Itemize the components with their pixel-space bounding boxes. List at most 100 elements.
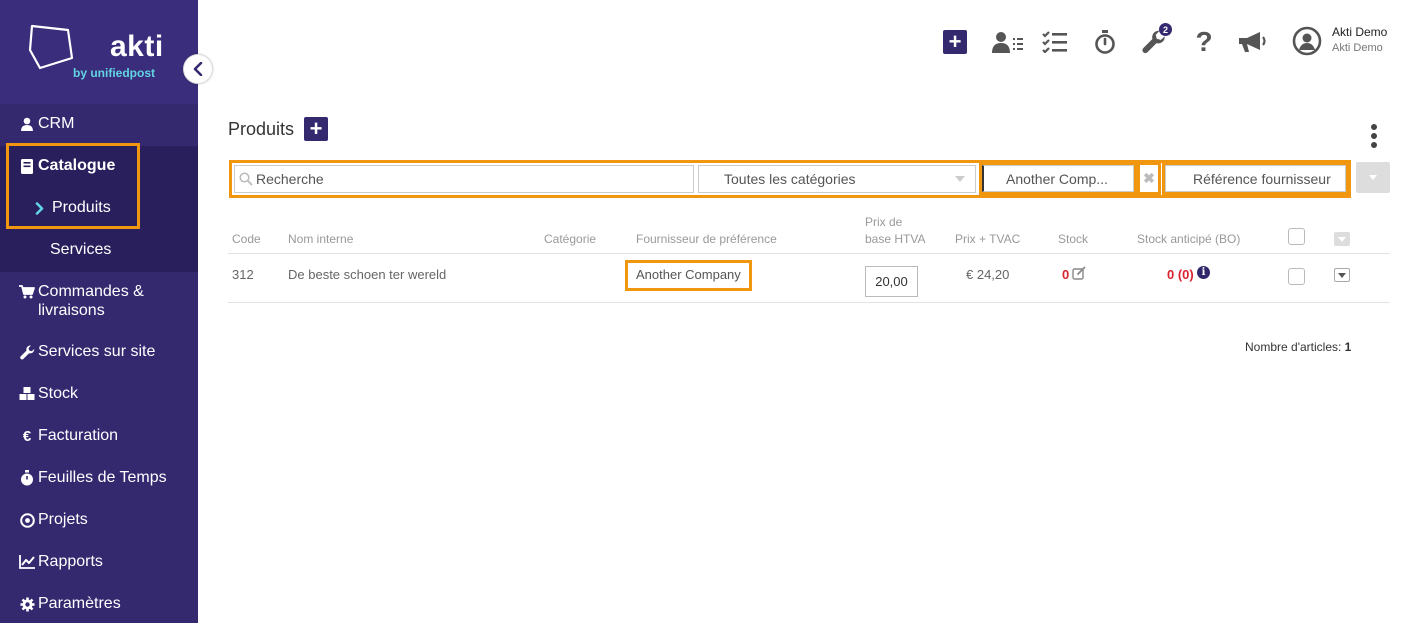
item-count-value: 1: [1344, 340, 1352, 354]
supplier-ref-input[interactable]: Référence fournisseur: [1165, 165, 1346, 192]
sidebar-item-label: Commandes & livraisons: [38, 282, 144, 320]
column-header-category[interactable]: Catégorie: [544, 232, 596, 246]
sidebar-item-label-line2: livraisons: [38, 302, 105, 319]
select-all-checkbox[interactable]: [1288, 228, 1305, 245]
column-header-price-tvac[interactable]: Prix + TVAC: [955, 232, 1020, 246]
sidebar-item-commandes[interactable]: Commandes & livraisons: [0, 282, 198, 320]
tasks-button[interactable]: [1042, 30, 1068, 54]
user-name[interactable]: Akti Demo: [1332, 25, 1387, 39]
supplier-select-value: Another Comp...: [1006, 170, 1108, 187]
target-icon: [17, 510, 37, 530]
column-header-internal-name[interactable]: Nom interne: [288, 232, 353, 246]
quick-add-button[interactable]: +: [943, 30, 967, 54]
sidebar-item-label: CRM: [38, 115, 75, 132]
caret-down-icon: [1338, 272, 1346, 278]
tools-badge: 2: [1159, 23, 1172, 36]
sidebar-item-feuilles-de-temps[interactable]: Feuilles de Temps: [0, 468, 198, 488]
tools-button[interactable]: 2: [1142, 23, 1172, 54]
column-header-stock-bo[interactable]: Stock anticipé (BO): [1137, 232, 1240, 246]
sidebar-item-stock[interactable]: Stock: [0, 384, 198, 404]
search-icon: [239, 172, 253, 186]
edit-stock-button[interactable]: [1072, 266, 1086, 280]
info-icon[interactable]: i: [1197, 266, 1210, 279]
item-count-label: Nombre d'articles:: [1245, 340, 1342, 354]
announcements-button[interactable]: [1238, 30, 1268, 54]
logo-area: akti by unifiedpost: [0, 0, 198, 104]
sidebar-collapse-button[interactable]: [183, 54, 213, 84]
contacts-list-button[interactable]: [992, 30, 1024, 54]
bulk-actions-dropdown[interactable]: [1334, 232, 1350, 246]
stopwatch-icon: [17, 468, 37, 488]
plus-icon: +: [943, 30, 967, 54]
sidebar-item-facturation[interactable]: € Facturation: [0, 426, 198, 446]
sidebar-item-projets[interactable]: Projets: [0, 510, 198, 530]
price-htva-input[interactable]: 20,00: [865, 266, 918, 297]
sidebar-item-label: Paramètres: [38, 595, 121, 612]
caret-down-icon: [1369, 175, 1377, 180]
sidebar-item-label-line1: Commandes &: [38, 283, 144, 300]
stopwatch-icon: [1095, 30, 1115, 54]
cell-supplier[interactable]: Another Company: [636, 267, 741, 282]
user-circle-icon: [1292, 26, 1322, 56]
brand-sub: by unifiedpost: [73, 66, 155, 80]
sidebar-item-label: Feuilles de Temps: [38, 469, 167, 486]
row-checkbox[interactable]: [1288, 268, 1305, 285]
wrench-icon: [17, 342, 37, 362]
caret-down-icon: [1338, 236, 1346, 242]
row-actions-dropdown[interactable]: [1334, 268, 1350, 282]
help-button[interactable]: ?: [1194, 26, 1214, 57]
search-input[interactable]: Recherche: [234, 165, 694, 193]
cell-stock: 0: [1062, 267, 1070, 282]
table-header-divider: [228, 253, 1390, 254]
close-icon: ✖: [1143, 170, 1155, 186]
sidebar-item-label: Services: [50, 241, 112, 258]
column-header-code[interactable]: Code: [232, 232, 261, 246]
plus-icon: +: [309, 116, 323, 141]
sidebar-item-label: Rapports: [38, 553, 103, 570]
cell-price-tvac: € 24,20: [966, 267, 1010, 282]
sidebar-item-rapports[interactable]: Rapports: [0, 552, 198, 572]
category-select-value: Toutes les catégories: [724, 171, 856, 187]
sidebar-item-parametres[interactable]: Paramètres: [0, 594, 198, 614]
task-list-icon: [1042, 31, 1067, 53]
more-options-button[interactable]: [1370, 124, 1377, 148]
cell-stock-bo: 0 (0): [1167, 267, 1194, 282]
dot: [1370, 142, 1377, 148]
item-count: Nombre d'articles: 1: [1245, 340, 1351, 354]
highlight-catalogue: [6, 143, 140, 229]
contacts-list-icon: [992, 32, 1023, 53]
column-header-price-line2[interactable]: base HTVA: [865, 232, 925, 246]
clear-supplier-button[interactable]: ✖: [1140, 165, 1158, 192]
caret-down-icon: [955, 176, 965, 182]
table-row-divider: [228, 302, 1390, 303]
euro-icon: €: [22, 427, 32, 445]
chart-line-icon: [17, 552, 37, 572]
timer-button[interactable]: [1093, 30, 1117, 54]
user-menu-button[interactable]: [1292, 26, 1322, 56]
supplier-select[interactable]: Another Comp...: [982, 165, 1134, 192]
brand-name: akti: [110, 30, 164, 63]
category-select[interactable]: Toutes les catégories: [698, 165, 976, 193]
cubes-icon: [17, 384, 37, 404]
column-header-price-line1[interactable]: Prix de: [865, 215, 902, 229]
column-header-stock[interactable]: Stock: [1058, 232, 1088, 246]
search-placeholder: Recherche: [256, 171, 324, 187]
edit-icon: [1072, 266, 1086, 280]
supplier-ref-placeholder: Référence fournisseur: [1193, 170, 1331, 187]
dot: [1370, 124, 1377, 130]
sidebar-item-label: Stock: [38, 385, 79, 402]
akti-logo-icon: [28, 24, 74, 70]
column-header-supplier[interactable]: Fournisseur de préférence: [636, 232, 777, 246]
add-product-button[interactable]: +: [304, 117, 328, 141]
dot: [1370, 133, 1377, 139]
help-icon: ?: [1195, 26, 1213, 57]
sidebar-item-crm[interactable]: CRM: [0, 114, 198, 134]
filter-dropdown-button[interactable]: [1356, 162, 1390, 193]
cell-internal-name[interactable]: De beste schoen ter wereld: [288, 267, 446, 282]
gear-icon: [17, 594, 37, 614]
sidebar-item-label: Services sur site: [38, 343, 156, 360]
sidebar: akti by unifiedpost CRM Catalogue Produi…: [0, 0, 213, 623]
sidebar-item-services[interactable]: Services: [0, 240, 198, 259]
sidebar-item-label: Projets: [38, 511, 88, 528]
sidebar-item-services-sur-site[interactable]: Services sur site: [0, 342, 198, 362]
